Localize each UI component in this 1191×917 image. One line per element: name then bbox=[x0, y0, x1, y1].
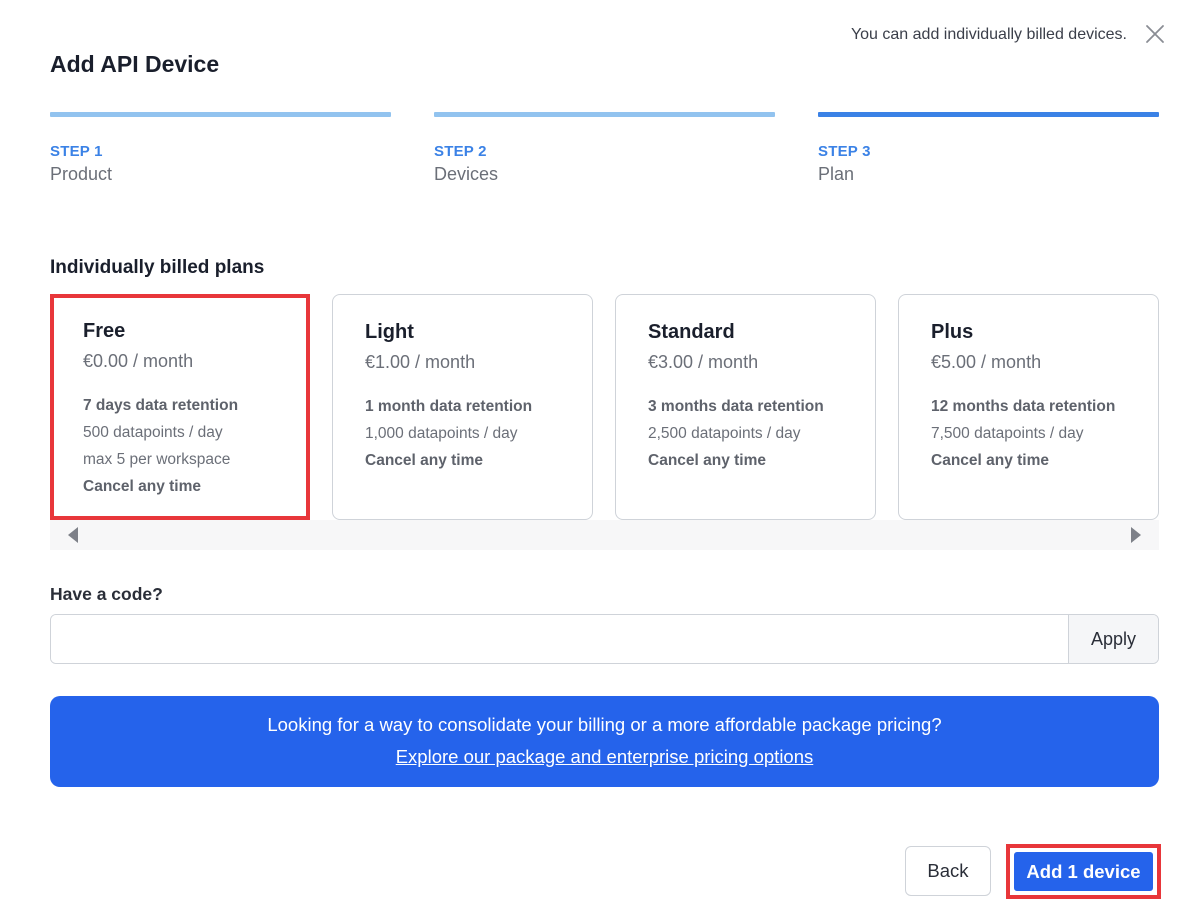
step-progress-bar bbox=[818, 112, 1159, 117]
plan-price: €3.00 / month bbox=[648, 352, 759, 372]
plan-feature: Cancel any time bbox=[931, 452, 1050, 469]
plan-name: Light bbox=[365, 321, 414, 343]
plan-card-light[interactable]: Light €1.00 / month 1 month data retenti… bbox=[332, 294, 593, 520]
modal-title: Add API Device bbox=[50, 51, 220, 77]
plan-feature: max 5 per workspace bbox=[83, 451, 231, 468]
apply-button[interactable]: Apply bbox=[1068, 615, 1158, 663]
add-api-device-modal: You can add individually billed devices.… bbox=[0, 0, 1191, 917]
plan-name: Standard bbox=[648, 321, 735, 343]
step-name: Product bbox=[50, 164, 113, 184]
plan-feature: 7,500 datapoints / day bbox=[931, 425, 1084, 442]
step-devices: STEP 2 Devices bbox=[434, 112, 775, 185]
code-input-group: Apply bbox=[50, 614, 1159, 664]
code-input[interactable] bbox=[51, 615, 1068, 663]
stepper: STEP 1 Product STEP 2 Devices STEP 3 Pla… bbox=[50, 112, 1159, 185]
plan-card-plus[interactable]: Plus €5.00 / month 12 months data retent… bbox=[898, 294, 1159, 520]
plans-section-title: Individually billed plans bbox=[50, 257, 265, 278]
promo-text: Looking for a way to consolidate your bi… bbox=[267, 714, 942, 735]
plan-name: Free bbox=[83, 320, 126, 342]
plan-price: €5.00 / month bbox=[931, 352, 1042, 372]
close-icon[interactable] bbox=[1143, 22, 1167, 46]
plan-feature: 3 months data retention bbox=[648, 398, 824, 415]
plan-price: €0.00 / month bbox=[83, 351, 194, 371]
plan-feature: 500 datapoints / day bbox=[83, 424, 223, 441]
plan-name: Plus bbox=[931, 321, 974, 343]
plan-card-free[interactable]: Free €0.00 / month 7 days data retention… bbox=[50, 294, 310, 520]
plan-feature: 1 month data retention bbox=[365, 398, 533, 415]
step-number: STEP 2 bbox=[434, 143, 487, 160]
step-progress-bar bbox=[434, 112, 775, 117]
plan-card-standard[interactable]: Standard €3.00 / month 3 months data ret… bbox=[615, 294, 876, 520]
modal-subtitle: You can add individually billed devices. bbox=[850, 26, 1127, 43]
scroll-right-arrow-icon[interactable] bbox=[1131, 527, 1141, 543]
plan-feature: 12 months data retention bbox=[931, 398, 1116, 415]
add-device-highlight: Add 1 device bbox=[1006, 844, 1161, 899]
pricing-options-link[interactable]: Explore our package and enterprise prici… bbox=[396, 746, 814, 768]
step-plan: STEP 3 Plan bbox=[818, 112, 1159, 185]
plan-feature: 7 days data retention bbox=[83, 397, 239, 414]
plan-feature: 2,500 datapoints / day bbox=[648, 425, 801, 442]
plan-feature: Cancel any time bbox=[648, 452, 767, 469]
plan-feature: Cancel any time bbox=[365, 452, 484, 469]
add-device-button[interactable]: Add 1 device bbox=[1014, 852, 1153, 891]
pricing-promo-banner: Looking for a way to consolidate your bi… bbox=[50, 696, 1159, 787]
scroll-left-arrow-icon[interactable] bbox=[68, 527, 78, 543]
plan-feature: Cancel any time bbox=[83, 478, 202, 495]
plan-feature: 1,000 datapoints / day bbox=[365, 425, 518, 442]
plan-list: Free €0.00 / month 7 days data retention… bbox=[50, 294, 1159, 520]
step-name: Devices bbox=[434, 164, 499, 184]
step-number: STEP 1 bbox=[50, 143, 103, 160]
step-name: Plan bbox=[818, 164, 855, 184]
code-label: Have a code? bbox=[50, 584, 163, 604]
step-number: STEP 3 bbox=[818, 143, 871, 160]
plan-price: €1.00 / month bbox=[365, 352, 476, 372]
back-button[interactable]: Back bbox=[905, 846, 991, 896]
step-product: STEP 1 Product bbox=[50, 112, 391, 185]
step-progress-bar bbox=[50, 112, 391, 117]
plans-horizontal-scrollbar[interactable] bbox=[50, 520, 1159, 550]
